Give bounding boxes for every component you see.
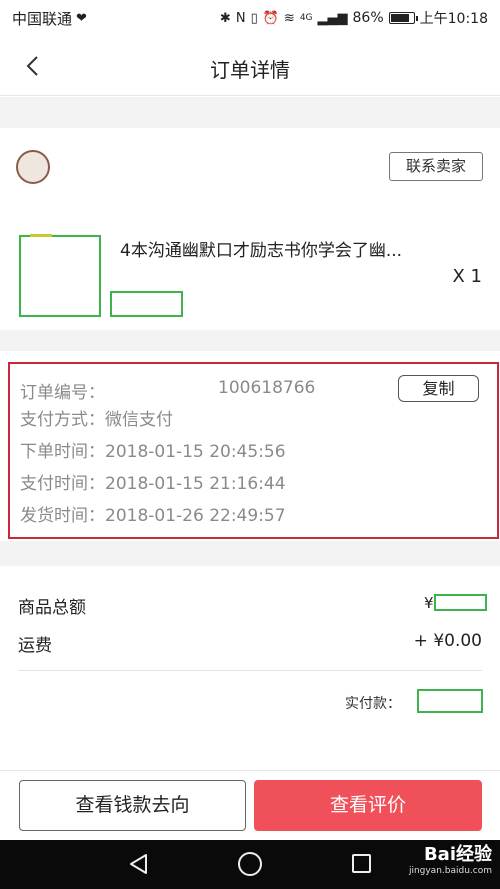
goods-total-redacted xyxy=(434,594,487,611)
order-number-value: 100618766 xyxy=(218,378,316,398)
product-quantity: X 1 xyxy=(452,266,482,287)
shop-avatar[interactable] xyxy=(16,150,50,184)
shop-header: 联系卖家 xyxy=(0,128,500,208)
thumbnail-edge-mark xyxy=(30,234,52,237)
watermark-brand: Bai经验 xyxy=(423,844,492,865)
wifi-icon: ≋ xyxy=(283,10,295,26)
battery-icon xyxy=(388,12,418,24)
product-price-redacted xyxy=(110,291,183,317)
section-divider xyxy=(0,541,500,566)
clock: 上午10:18 xyxy=(419,11,488,27)
section-divider xyxy=(0,330,500,351)
system-back-icon[interactable] xyxy=(128,853,150,875)
shipping-value: + ¥0.00 xyxy=(413,631,482,651)
ship-time-label: 发货时间： xyxy=(20,506,105,526)
nfc-icon: N xyxy=(235,10,246,26)
goods-total-label: 商品总额 xyxy=(18,598,86,618)
order-number-label: 订单编号： xyxy=(20,383,105,403)
battery-fill xyxy=(390,14,409,22)
pay-time-row: 支付时间：2018-01-15 21:16:44 xyxy=(20,469,286,494)
paid-amount-label: 实付款： xyxy=(345,696,401,712)
pay-time-value: 2018-01-15 21:16:44 xyxy=(105,474,286,494)
paid-amount-redacted xyxy=(417,689,483,713)
carrier-label: 中国联通 xyxy=(12,10,73,28)
status-bar: 中国联通 ❤ ✱ N ▯ ⏰ ≋ 4G ▂▄▆ 86% 上午10:18 xyxy=(0,0,500,36)
baidu-jingyan-watermark: Bai经验 jingyan.baidu.com xyxy=(409,846,492,876)
copy-order-number-button[interactable]: 复制 xyxy=(398,375,479,402)
system-home-icon[interactable] xyxy=(238,852,262,876)
pay-method-label: 支付方式： xyxy=(20,410,105,430)
product-item[interactable]: 4本沟通幽默口才励志书你学会了幽... X 1 xyxy=(0,208,500,330)
shipping-label: 运费 xyxy=(18,636,52,656)
order-time-label: 下单时间： xyxy=(20,442,105,462)
ship-time-value: 2018-01-26 22:49:57 xyxy=(105,506,286,526)
view-review-button[interactable]: 查看评价 xyxy=(254,780,482,831)
contact-seller-button[interactable]: 联系卖家 xyxy=(389,152,483,181)
system-recents-icon[interactable] xyxy=(352,854,371,873)
signal-icon: ▂▄▆ xyxy=(317,10,348,26)
pay-time-label: 支付时间： xyxy=(20,474,105,494)
nav-bar: 订单详情 xyxy=(0,36,500,96)
battery-percent: 86% xyxy=(352,10,384,26)
heart-icon: ❤ xyxy=(76,11,87,26)
system-nav-bar: Bai经验 jingyan.baidu.com xyxy=(0,840,500,889)
pay-method-row: 支付方式：微信支付 xyxy=(20,405,173,430)
section-divider xyxy=(0,97,500,128)
watermark-url: jingyan.baidu.com xyxy=(408,866,492,876)
order-time-value: 2018-01-15 20:45:56 xyxy=(105,442,286,462)
summary-divider xyxy=(18,670,482,671)
goods-total-currency: ¥ xyxy=(424,594,434,612)
bluetooth-icon: ✱ xyxy=(219,10,231,26)
product-title[interactable]: 4本沟通幽默口才励志书你学会了幽... xyxy=(120,236,445,261)
page-title: 订单详情 xyxy=(210,58,290,82)
order-info-section: 订单编号： 100618766 复制 支付方式：微信支付 下单时间：2018-0… xyxy=(0,351,500,541)
order-time-row: 下单时间：2018-01-15 20:45:56 xyxy=(20,437,286,462)
network-type: 4G xyxy=(299,12,313,23)
product-thumbnail[interactable] xyxy=(19,235,101,317)
price-summary: 商品总额 ¥ 运费 + ¥0.00 实付款： xyxy=(0,566,500,770)
vibrate-icon: ▯ xyxy=(250,10,258,26)
alarm-icon: ⏰ xyxy=(262,10,279,26)
view-money-flow-button[interactable]: 查看钱款去向 xyxy=(19,780,246,831)
action-bar: 查看钱款去向 查看评价 xyxy=(0,770,500,840)
ship-time-row: 发货时间：2018-01-26 22:49:57 xyxy=(20,501,286,526)
pay-method-value: 微信支付 xyxy=(105,410,173,430)
